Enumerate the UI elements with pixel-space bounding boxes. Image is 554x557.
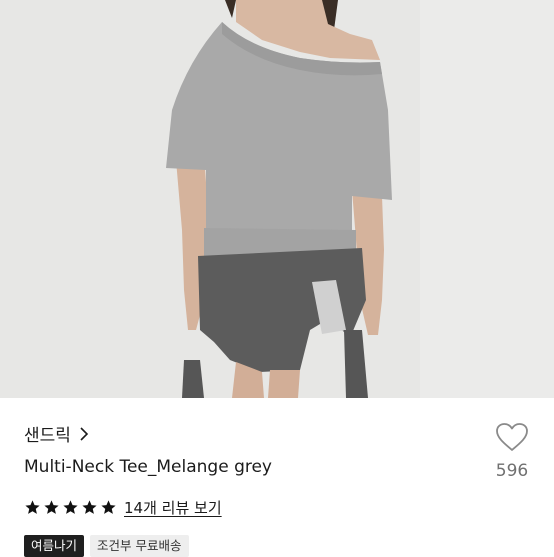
like-count: 596 — [495, 461, 529, 481]
brand-link[interactable]: 샌드릭 — [24, 421, 89, 446]
product-image[interactable] — [0, 0, 554, 398]
star-filled-icon — [82, 500, 97, 514]
chevron-right-icon — [80, 426, 89, 441]
rating-row: 14개 리뷰 보기 — [24, 497, 222, 518]
star-rating — [24, 499, 117, 516]
review-link[interactable]: 14개 리뷰 보기 — [124, 497, 222, 518]
star-filled-icon — [44, 500, 59, 514]
heart-outline-icon — [496, 423, 528, 451]
product-photo — [0, 0, 554, 398]
product-title: Multi-Neck Tee_Melange grey — [24, 457, 272, 477]
brand-name: 샌드릭 — [24, 426, 71, 446]
star-filled-icon — [63, 500, 78, 514]
star-filled-icon — [25, 500, 40, 514]
like-button[interactable]: 596 — [492, 422, 532, 481]
star-filled-icon — [101, 500, 116, 514]
